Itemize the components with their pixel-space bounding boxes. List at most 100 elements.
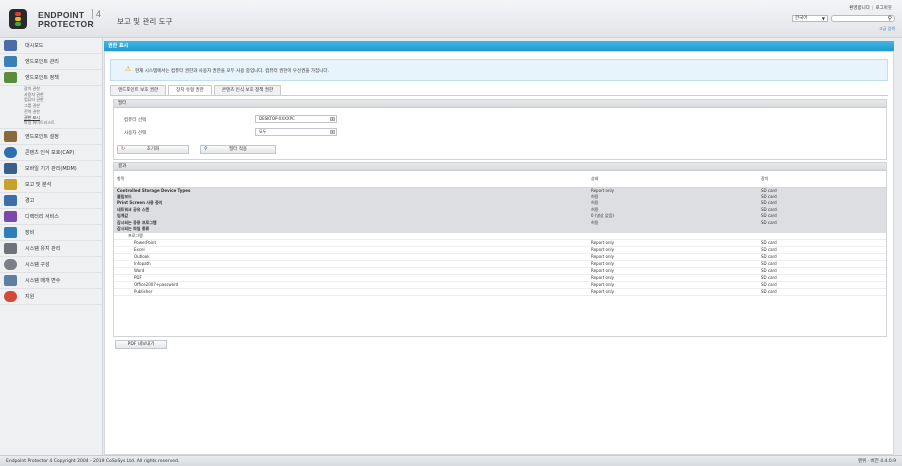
results-heading: 결과	[114, 163, 886, 171]
appliance-icon	[4, 226, 17, 238]
results-table: 항목 상태 장치 Controlled Storage Device Types…	[114, 171, 886, 296]
notice-text: 현재 시스템에서는 컴퓨터 권한과 사용자 권한을 모두 사용 중입니다. 컴퓨…	[135, 69, 329, 74]
submenu-file-whitelist[interactable]: 파일 화이트리스트	[24, 120, 102, 126]
apply-filter-button[interactable]: ⚲ 필터 적용	[200, 145, 276, 154]
sidebar-item-label: 모바일 기기 관리(MDM)	[25, 165, 77, 172]
column-header-status: 상태	[588, 171, 758, 188]
search-icon: ⚲	[204, 146, 208, 152]
apply-filter-label: 필터 적용	[229, 147, 247, 152]
version-text: 맨위 · 버전 4.4.0.9	[857, 459, 896, 464]
cell-device: SD card	[758, 281, 886, 289]
sidebar-item-label: 대시보드	[25, 43, 44, 49]
cell-item: Excel	[114, 246, 588, 254]
table-row: Publisher Report only SD card	[114, 288, 886, 296]
table-row: PDF Report only SD card	[114, 274, 886, 282]
cell-status: Report only	[588, 288, 758, 296]
reset-label: 초기화	[146, 147, 160, 152]
tab-endpoint-rights[interactable]: 엔드포인트 보호 권한	[110, 85, 167, 95]
computer-label: 컴퓨터 선택	[124, 118, 147, 123]
table-header-row: 항목 상태 장치	[114, 171, 886, 188]
mobile-icon	[4, 162, 17, 174]
table-row: Word Report only SD card	[114, 267, 886, 275]
sidebar-item-parameters[interactable]: 시스템 매개 변수	[0, 273, 102, 289]
user-filter-row: 사용자 선택 모두 ▾	[114, 128, 886, 137]
config-icon	[4, 258, 17, 270]
logo-text: ENDPOINT PROTECTOR	[38, 11, 94, 28]
computer-select[interactable]: DESKTOP-XXXXPC ▾	[255, 115, 337, 123]
sidebar-item-endpoint-policy[interactable]: 엔드포인트 정책	[0, 70, 102, 86]
sidebar-item-reports[interactable]: 보고 및 분석	[0, 177, 102, 193]
export-pdf-label: PDF 내보내기	[127, 342, 155, 347]
computer-filter-row: 컴퓨터 선택 DESKTOP-XXXXPC ▾	[114, 115, 886, 124]
sidebar-item-label: 시스템 유지 관리	[25, 245, 61, 252]
cell-status: Report only	[588, 267, 758, 275]
cell-status: Report only	[588, 260, 758, 268]
cell-item: Word	[114, 267, 588, 275]
sidebar-item-dashboard[interactable]: 대시보드	[0, 38, 102, 54]
cell-status: Report only	[588, 274, 758, 282]
sidebar-item-label: 콘텐츠 인식 보호(CAP)	[25, 149, 75, 156]
filter-panel: 필터 컴퓨터 선택 DESKTOP-XXXXPC ▾ 사용자 선택 모두 ▾ ↻…	[113, 99, 887, 160]
monitor-icon	[4, 56, 17, 67]
export-pdf-button[interactable]: PDF 내보내기	[115, 340, 167, 349]
user-select[interactable]: 모두 ▾	[255, 128, 337, 136]
tab-device-type-rights[interactable]: 장치 유형 권한	[168, 85, 212, 95]
user-link[interactable]: 환영합니다	[849, 6, 870, 11]
cell-item: PowerPoint	[114, 239, 588, 247]
results-panel: 결과 항목 상태 장치 Controlled Storage Device Ty…	[113, 162, 887, 337]
sidebar-item-label: 엔드포인트 관리	[25, 59, 59, 65]
top-header: ENDPOINT PROTECTOR 4 보고 및 관리 도구 환영합니다 | 로그…	[0, 0, 902, 38]
sidebar-item-label: 장비	[25, 229, 35, 236]
main-area: 권한 표시 ⚠ 현재 시스템에서는 컴퓨터 권한과 사용자 권한을 모두 사용 …	[104, 38, 894, 455]
cell-status: Report only	[588, 239, 758, 247]
table-row: Excel Report only SD card	[114, 246, 886, 254]
language-value: 한국어	[795, 16, 808, 21]
sidebar-item-appliance[interactable]: 장비	[0, 225, 102, 241]
sidebar-item-label: 시스템 구성	[25, 261, 50, 268]
parameters-icon	[4, 274, 17, 286]
advanced-search-link[interactable]: 고급 검색	[879, 26, 895, 32]
search-icon[interactable]: ⚲	[888, 15, 892, 22]
sidebar-item-label: 디렉터리 서비스	[25, 213, 59, 220]
sidebar-item-mdm[interactable]: 모바일 기기 관리(MDM)	[0, 161, 102, 177]
sidebar-item-cap[interactable]: 콘텐츠 인식 보호(CAP)	[0, 145, 102, 161]
sidebar-item-label: 엔드포인트 설정	[25, 133, 59, 140]
cell-device: SD card	[758, 274, 886, 282]
cell-item: Office2007+password	[114, 281, 588, 289]
sidebar-item-endpoint-settings[interactable]: 엔드포인트 설정	[0, 129, 102, 145]
directory-icon	[4, 210, 17, 222]
table-row: Office2007+password Report only SD card	[114, 281, 886, 289]
sidebar-item-alerts[interactable]: 경고	[0, 193, 102, 209]
sidebar-item-maintenance[interactable]: 시스템 유지 관리	[0, 241, 102, 257]
dashboard-icon	[4, 40, 17, 51]
reset-button[interactable]: ↻ 초기화	[117, 145, 189, 154]
logout-link[interactable]: 로그아웃	[875, 6, 892, 11]
sidebar-item-directory[interactable]: 디렉터리 서비스	[0, 209, 102, 225]
cell-item: PDF	[114, 274, 588, 282]
sidebar-item-configuration[interactable]: 시스템 구성	[0, 257, 102, 273]
cell-item: Publisher	[114, 288, 588, 296]
table-row: PowerPoint Report only SD card	[114, 239, 886, 247]
language-select[interactable]: 한국어 ▼	[792, 15, 828, 22]
policy-submenu: 장치 권한 사용자 권한 컴퓨터 권한 그룹 권한 전역 권한 권한 표시 파일…	[0, 86, 102, 129]
sidebar-item-support[interactable]: 지원	[0, 289, 102, 305]
logo-line2: PROTECTOR	[38, 18, 94, 29]
cell-device: SD card	[758, 253, 886, 261]
tab-bar: 엔드포인트 보호 권한 장치 유형 권한 콘텐츠 인식 보호 정책 권한	[110, 85, 283, 95]
tab-cap-policy-rights[interactable]: 콘텐츠 인식 보호 정책 권한	[213, 85, 282, 95]
cell-device: SD card	[758, 246, 886, 254]
search-input[interactable]: ⚲	[831, 15, 895, 22]
header-links: 환영합니다 | 로그아웃	[849, 5, 892, 11]
sidebar-item-endpoint-management[interactable]: 엔드포인트 관리	[0, 54, 102, 70]
cell-device: SD card	[758, 288, 886, 296]
tools-icon	[4, 130, 17, 142]
content-panel: ⚠ 현재 시스템에서는 컴퓨터 권한과 사용자 권한을 모두 사용 중입니다. …	[104, 51, 894, 455]
tab-divider	[110, 95, 888, 96]
filter-heading: 필터	[114, 100, 886, 108]
page-title: 권한 표시	[104, 41, 894, 51]
cell-item: Infopath	[114, 260, 588, 268]
table-row: Infopath Report only SD card	[114, 260, 886, 268]
copyright-text: Endpoint Protector 4 Copyright 2004 - 20…	[6, 459, 180, 464]
warning-icon: ⚠	[125, 65, 132, 73]
reset-icon: ↻	[121, 146, 126, 152]
